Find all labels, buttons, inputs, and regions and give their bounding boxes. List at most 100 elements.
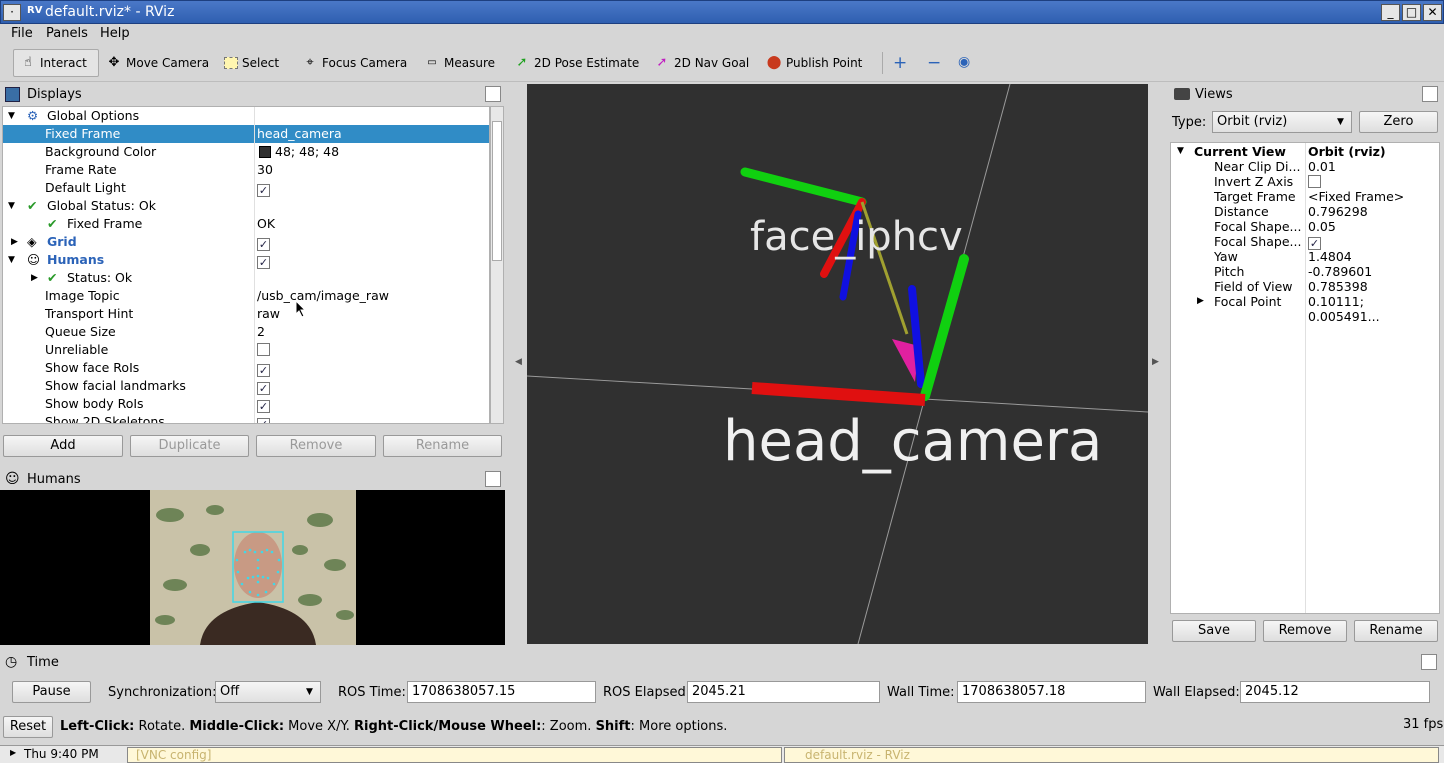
tree-row-unreliable[interactable]: Unreliable: [3, 341, 489, 359]
skeletons-checkbox[interactable]: ✓: [257, 418, 270, 423]
wall-time-field[interactable]: 1708638057.18: [957, 681, 1146, 703]
tool-focus-camera[interactable]: ⌖ Focus Camera: [296, 49, 413, 77]
tree-row-frame-rate[interactable]: Frame Rate 30: [3, 161, 489, 179]
tool-measure[interactable]: ▭ Measure: [418, 49, 501, 77]
select-icon: [224, 57, 238, 69]
tree-row-default-light[interactable]: Default Light ✓: [3, 179, 489, 197]
tree-row-show-facial-landmarks[interactable]: Show facial landmarks ✓: [3, 377, 489, 395]
camera-frame-label: head_camera: [723, 409, 1102, 474]
tool-publish-point[interactable]: ⬤ Publish Point: [760, 49, 868, 77]
right-collapse-icon[interactable]: ▶: [1152, 357, 1159, 367]
remove-tool-icon[interactable]: −: [927, 53, 941, 73]
humans-header: ☺ Humans: [0, 469, 505, 491]
time-header: ◷ Time: [0, 652, 1444, 674]
status-hint: Left-Click: Rotate. Middle-Click: Move X…: [60, 719, 728, 734]
tree-row-status-fixed-frame[interactable]: ✔ Fixed Frame OK: [3, 215, 489, 233]
remove-display-button[interactable]: Remove: [256, 435, 376, 457]
rename-display-button[interactable]: Rename: [383, 435, 502, 457]
window-menu-button[interactable]: ·: [3, 4, 21, 21]
humans-undock-button[interactable]: [485, 471, 501, 487]
facial-landmarks-checkbox[interactable]: ✓: [257, 382, 270, 395]
column-divider: [1305, 143, 1306, 613]
sync-select[interactable]: Off ▼: [215, 681, 321, 703]
chevron-down-icon: ▼: [306, 687, 313, 697]
ros-time-label: ROS Time:: [338, 685, 406, 700]
tree-row-show-body-rois[interactable]: Show body RoIs ✓: [3, 395, 489, 413]
tree-row-show-2d-skeletons[interactable]: Show 2D Skeletons ✓: [3, 413, 489, 423]
check-icon: ✔: [27, 198, 38, 213]
add-tool-icon[interactable]: +: [893, 53, 907, 73]
pause-button[interactable]: Pause: [12, 681, 91, 703]
scrollbar-thumb[interactable]: [492, 121, 502, 261]
tool-select[interactable]: Select: [218, 49, 285, 77]
duplicate-display-button[interactable]: Duplicate: [130, 435, 249, 457]
title-bar: · RV default.rviz* - RViz _ □ ✕: [0, 0, 1444, 24]
tool-move-camera[interactable]: ✥ Move Camera: [100, 49, 215, 77]
ruler-icon: ▭: [427, 57, 437, 68]
minimize-button[interactable]: _: [1381, 4, 1400, 21]
fps-counter: 31 fps: [1403, 717, 1444, 732]
window-title: default.rviz* - RViz: [45, 4, 175, 20]
camera-image: [150, 490, 356, 645]
grid-checkbox[interactable]: ✓: [257, 238, 270, 251]
displays-header: Displays: [0, 84, 505, 106]
3d-viewport[interactable]: face_iphcv head_camera: [527, 84, 1148, 644]
tree-row-show-face-rois[interactable]: Show face RoIs ✓: [3, 359, 489, 377]
tree-row-transport-hint[interactable]: Transport Hint raw: [3, 305, 489, 323]
invert-z-checkbox[interactable]: [1308, 175, 1321, 188]
menu-help[interactable]: Help: [100, 26, 130, 41]
zero-button[interactable]: Zero: [1359, 111, 1438, 133]
humans-checkbox[interactable]: ✓: [257, 256, 270, 269]
toolbar: ☝ Interact ✥ Move Camera Select ⌖ Focus Cam…: [0, 44, 1444, 82]
reset-button[interactable]: Reset: [3, 716, 53, 738]
views-undock-button[interactable]: [1422, 86, 1438, 102]
time-undock-button[interactable]: [1421, 654, 1437, 670]
eye-icon[interactable]: ◉: [958, 54, 970, 70]
ros-elapsed-field[interactable]: 2045.21: [687, 681, 880, 703]
pin-icon: ⬤: [766, 55, 782, 70]
tree-row-grid[interactable]: ▶ ◈ Grid ✓: [3, 233, 489, 251]
rename-view-button[interactable]: Rename: [1354, 620, 1438, 642]
taskbar-task-vnc[interactable]: [VNC config]: [127, 747, 782, 763]
displays-tree[interactable]: ▼ ⚙ Global Options Fixed Frame head_came…: [2, 106, 490, 424]
tree-row-fixed-frame[interactable]: Fixed Frame head_camera: [3, 125, 489, 143]
close-button[interactable]: ✕: [1423, 4, 1442, 21]
tool-interact[interactable]: ☝ Interact: [13, 49, 99, 77]
scene-render: face_iphcv head_camera: [527, 84, 1148, 644]
unreliable-checkbox[interactable]: [257, 343, 270, 356]
tree-row-humans[interactable]: ▼ ☺ Humans ✓: [3, 251, 489, 269]
tree-row-image-topic[interactable]: Image Topic /usb_cam/image_raw: [3, 287, 489, 305]
tree-row-background-color[interactable]: Background Color 48; 48; 48: [3, 143, 489, 161]
taskbar-task-rviz[interactable]: default.rviz - RViz: [784, 747, 1439, 763]
left-collapse-icon[interactable]: ◀: [515, 357, 522, 367]
camera-icon: [1174, 88, 1190, 100]
body-rois-checkbox[interactable]: ✓: [257, 400, 270, 413]
displays-scrollbar[interactable]: [490, 106, 504, 424]
displays-title: Displays: [27, 87, 82, 102]
color-swatch[interactable]: [259, 146, 271, 158]
wall-elapsed-field[interactable]: 2045.12: [1240, 681, 1430, 703]
menu-panels[interactable]: Panels: [46, 26, 88, 41]
tool-2d-pose-estimate[interactable]: ➚ 2D Pose Estimate: [508, 49, 645, 77]
hand-icon: ☝: [24, 55, 32, 70]
add-display-button[interactable]: Add: [3, 435, 123, 457]
face-rois-checkbox[interactable]: ✓: [257, 364, 270, 377]
tree-row-global-status[interactable]: ▼ ✔ Global Status: Ok: [3, 197, 489, 215]
ros-time-field[interactable]: 1708638057.15: [407, 681, 596, 703]
views-tree[interactable]: ▼ Current View Orbit (rviz) Near Clip Di…: [1170, 142, 1440, 614]
taskbar-arrow-icon[interactable]: ▶: [10, 748, 16, 757]
grid-icon: ◈: [27, 234, 37, 249]
tree-row-global-options[interactable]: ▼ ⚙ Global Options: [3, 107, 489, 125]
tree-row-queue-size[interactable]: Queue Size 2: [3, 323, 489, 341]
wall-elapsed-label: Wall Elapsed:: [1153, 685, 1240, 700]
tool-2d-nav-goal[interactable]: ➚ 2D Nav Goal: [648, 49, 755, 77]
default-light-checkbox[interactable]: ✓: [257, 184, 270, 197]
remove-view-button[interactable]: Remove: [1263, 620, 1347, 642]
face-frame-label: face_iphcv: [750, 214, 963, 260]
displays-undock-button[interactable]: [485, 86, 501, 102]
menu-file[interactable]: File: [11, 26, 33, 41]
views-type-select[interactable]: Orbit (rviz) ▼: [1212, 111, 1352, 133]
save-view-button[interactable]: Save: [1172, 620, 1256, 642]
tree-row-humans-status[interactable]: ▶ ✔ Status: Ok: [3, 269, 489, 287]
maximize-button[interactable]: □: [1402, 4, 1421, 21]
